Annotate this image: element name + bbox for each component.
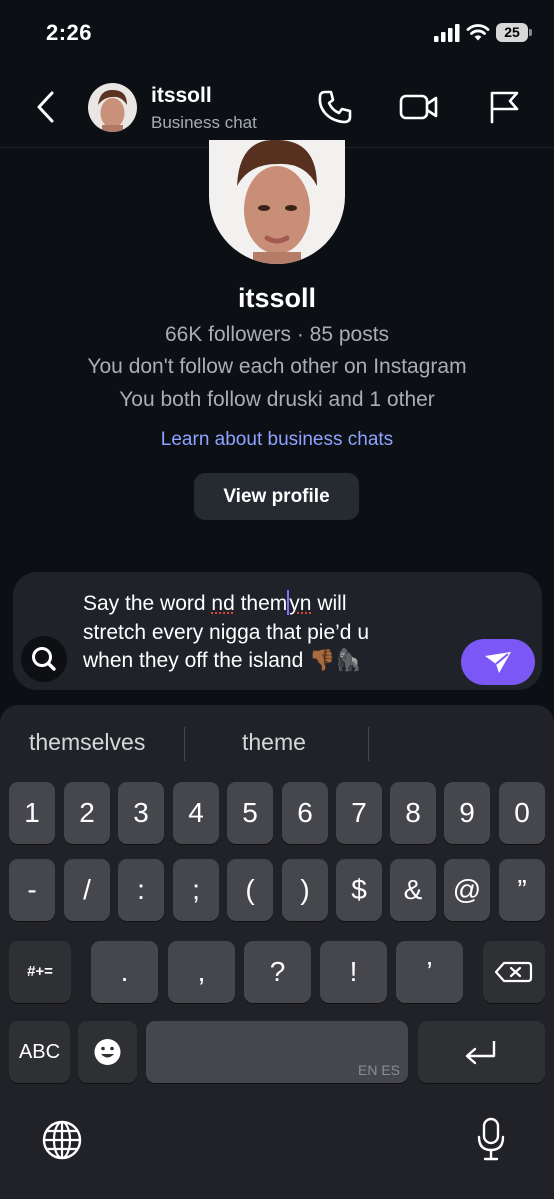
key-semicolon[interactable]: ;: [173, 859, 219, 921]
misspelled-word: yn: [289, 592, 312, 615]
key-slash[interactable]: /: [64, 859, 110, 921]
key-5[interactable]: 5: [227, 782, 273, 844]
message-line-2: stretch every nigga that pie’d u: [83, 620, 370, 644]
key-7[interactable]: 7: [336, 782, 382, 844]
send-button[interactable]: [461, 639, 535, 685]
battery-indicator: 25: [496, 23, 532, 42]
key-open-paren[interactable]: (: [227, 859, 273, 921]
battery-level: 25: [496, 23, 528, 42]
key-8[interactable]: 8: [390, 782, 436, 844]
message-input[interactable]: Say the word nd themyn will stretch ever…: [83, 590, 453, 676]
key-at[interactable]: @: [444, 859, 490, 921]
profile-username: itssoll: [237, 283, 317, 313]
misspelled-word: nd: [211, 592, 235, 615]
key-6[interactable]: 6: [282, 782, 328, 844]
key-period[interactable]: .: [91, 941, 158, 1003]
profile-stats: 66K followers · 85 posts: [164, 323, 390, 346]
chat-header: itssoll Business chat: [0, 66, 554, 148]
space-bar[interactable]: EN ES: [146, 1021, 408, 1083]
globe-icon[interactable]: [40, 1118, 84, 1162]
key-9[interactable]: 9: [444, 782, 490, 844]
phone-call-icon[interactable]: [316, 88, 354, 126]
return-key[interactable]: [418, 1021, 545, 1083]
view-profile-button[interactable]: View profile: [194, 473, 359, 520]
header-username: itssoll: [151, 84, 212, 107]
suggestion-1[interactable]: themselves: [29, 729, 145, 756]
back-chevron-icon[interactable]: [30, 88, 62, 126]
key-0[interactable]: 0: [499, 782, 545, 844]
emoji-icon: [94, 1039, 121, 1065]
return-icon: [465, 1041, 496, 1065]
microphone-icon[interactable]: [474, 1115, 508, 1163]
key-question[interactable]: ?: [244, 941, 311, 1003]
emoji-key[interactable]: [78, 1021, 137, 1083]
keyboard: themselves theme 1 2 3 4 5 6 7 8 9 0 - /…: [0, 705, 554, 1199]
suggestion-2[interactable]: theme: [242, 729, 306, 756]
key-3[interactable]: 3: [118, 782, 164, 844]
profile-avatar[interactable]: [209, 140, 345, 264]
status-bar: 2:26 25: [0, 0, 554, 66]
message-line-3: when they off the island 👎🏾🦍: [83, 649, 362, 672]
gif-search-button[interactable]: [21, 636, 67, 682]
key-ampersand[interactable]: &: [390, 859, 436, 921]
message-line-1: Say the word nd themyn will: [83, 590, 347, 615]
key-1[interactable]: 1: [9, 782, 55, 844]
key-colon[interactable]: :: [118, 859, 164, 921]
cellular-signal-icon: [434, 24, 460, 42]
key-comma[interactable]: ,: [168, 941, 235, 1003]
report-flag-icon[interactable]: [486, 88, 522, 126]
key-2[interactable]: 2: [64, 782, 110, 844]
mutual-follows[interactable]: You both follow druski and 1 other: [0, 388, 554, 412]
send-plane-icon: [485, 652, 511, 673]
search-icon: [32, 647, 56, 671]
learn-business-chats-link[interactable]: Learn about business chats: [0, 429, 554, 451]
key-apostrophe[interactable]: ’: [396, 941, 463, 1003]
key-more-symbols[interactable]: #+=: [9, 941, 71, 1003]
key-exclamation[interactable]: !: [320, 941, 387, 1003]
video-call-icon[interactable]: [398, 88, 440, 126]
header-subtitle: Business chat: [151, 113, 257, 132]
status-time: 2:26: [46, 20, 93, 45]
key-abc[interactable]: ABC: [9, 1021, 70, 1083]
header-avatar[interactable]: [88, 83, 137, 132]
space-language-label: EN ES: [357, 1062, 400, 1078]
delete-key[interactable]: [483, 941, 545, 1003]
backspace-icon: [494, 961, 533, 983]
wifi-icon: [466, 24, 490, 41]
key-dash[interactable]: -: [9, 859, 55, 921]
follow-status: You don't follow each other on Instagram: [87, 355, 467, 378]
key-dollar[interactable]: $: [336, 859, 382, 921]
key-4[interactable]: 4: [173, 782, 219, 844]
key-quote[interactable]: ”: [499, 859, 545, 921]
key-close-paren[interactable]: ): [282, 859, 328, 921]
